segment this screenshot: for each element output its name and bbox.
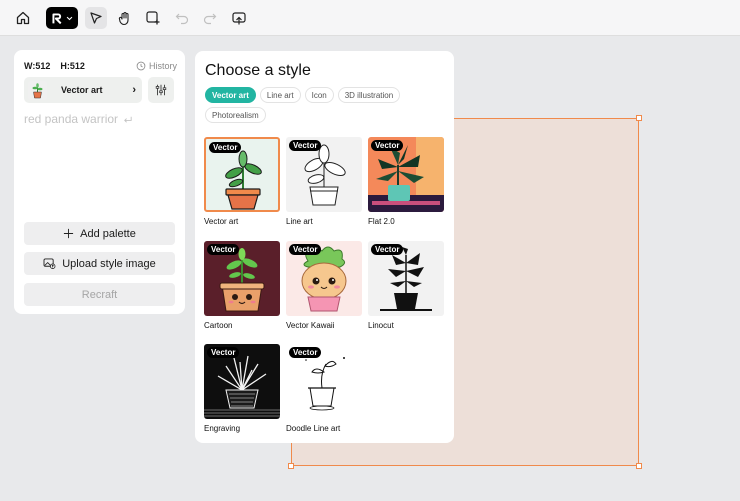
recraft-label: Recraft <box>81 288 118 301</box>
vector-badge: Vector <box>289 347 322 358</box>
dimensions-row: W:512 H:512 History <box>24 59 177 73</box>
tab-line-art[interactable]: Line art <box>259 87 301 103</box>
chevron-right-icon: › <box>132 84 136 96</box>
style-card-label: Line art <box>286 217 313 226</box>
vector-badge: Vector <box>289 244 322 255</box>
history-button[interactable]: History <box>136 61 177 71</box>
export-icon[interactable] <box>228 7 250 29</box>
style-preview-image: Vector <box>204 241 280 316</box>
tab-3d-illustration[interactable]: 3D illustration <box>337 87 401 103</box>
vector-badge: Vector <box>371 244 404 255</box>
chevron-down-icon <box>66 16 73 20</box>
recraft-button[interactable]: Recraft <box>24 283 175 306</box>
style-card-engraving[interactable]: Vector Engraving <box>204 344 280 433</box>
sliders-icon <box>155 84 167 96</box>
redo-icon[interactable] <box>199 7 221 29</box>
style-chooser-popup: Choose a style Vector art Line art Icon … <box>195 51 454 443</box>
style-card-label: Engraving <box>204 424 241 433</box>
vector-badge: Vector <box>207 244 240 255</box>
history-label: History <box>148 61 177 71</box>
height-value[interactable]: H:512 <box>60 61 85 71</box>
tab-photorealism[interactable]: Photorealism <box>205 107 266 123</box>
style-preview-image: Vector <box>286 241 362 316</box>
clock-icon <box>136 61 146 71</box>
style-preview-image: Vector <box>286 137 362 212</box>
style-card-doodle-line-art[interactable]: Vector Doodle Line art <box>286 344 362 433</box>
popup-title: Choose a style <box>205 62 311 79</box>
upload-style-label: Upload style image <box>62 257 156 270</box>
vector-badge: Vector <box>289 140 322 151</box>
style-category-tabs: Vector art Line art Icon 3D illustration… <box>205 87 445 123</box>
style-card-label: Flat 2.0 <box>368 217 395 226</box>
vector-badge: Vector <box>209 142 242 153</box>
style-card-label: Vector Kawaii <box>286 321 335 330</box>
undo-icon[interactable] <box>171 7 193 29</box>
resize-handle[interactable] <box>288 463 294 469</box>
home-icon[interactable] <box>12 7 34 29</box>
style-card-flat-2-0[interactable]: Vector Flat 2.0 <box>368 137 444 226</box>
style-preview-image: Vector <box>368 241 444 316</box>
prompt-text: red panda warrior <box>24 112 119 126</box>
style-card-label: Doodle Line art <box>286 424 341 433</box>
resize-handle[interactable] <box>636 463 642 469</box>
width-value[interactable]: W:512 <box>24 61 50 71</box>
style-thumbnail <box>28 80 47 100</box>
prompt-input[interactable]: red panda warrior <box>24 112 133 126</box>
style-card-vector-kawaii[interactable]: Vector Vector Kawaii <box>286 241 362 330</box>
style-card-line-art[interactable]: Vector Line art <box>286 137 362 226</box>
style-preview-image: Vector <box>286 344 362 419</box>
add-palette-button[interactable]: Add palette <box>24 222 175 245</box>
brand-logo-menu[interactable] <box>46 7 78 29</box>
style-name: Vector art <box>61 85 103 95</box>
frame-add-icon[interactable] <box>142 7 164 29</box>
style-preview-image: Vector <box>368 137 444 212</box>
top-toolbar <box>0 0 740 36</box>
hand-icon[interactable] <box>114 7 136 29</box>
upload-style-image-button[interactable]: Upload style image <box>24 252 175 275</box>
style-card-label: Vector art <box>204 217 239 226</box>
style-card-label: Linocut <box>368 321 394 330</box>
style-card-vector-art[interactable]: Vector Vector art <box>204 137 280 226</box>
resize-handle[interactable] <box>636 115 642 121</box>
pointer-icon[interactable] <box>85 7 107 29</box>
image-upload-icon <box>43 258 56 269</box>
tab-icon[interactable]: Icon <box>304 87 334 103</box>
style-preview-image: Vector <box>204 344 280 419</box>
settings-button[interactable] <box>148 77 174 103</box>
style-preview-image: Vector <box>204 137 280 212</box>
enter-icon <box>124 116 132 123</box>
vector-badge: Vector <box>371 140 404 151</box>
style-card-linocut[interactable]: Vector Linocut <box>368 241 444 330</box>
style-card-label: Cartoon <box>204 321 233 330</box>
vector-badge: Vector <box>207 347 240 358</box>
tab-vector-art[interactable]: Vector art <box>205 87 256 103</box>
generation-panel: W:512 H:512 History Vector art › red pan… <box>14 50 185 314</box>
style-selector[interactable]: Vector art › <box>24 77 142 103</box>
plus-icon <box>64 228 74 239</box>
add-palette-label: Add palette <box>80 227 136 240</box>
style-card-cartoon[interactable]: Vector Cartoon <box>204 241 280 330</box>
brand-logo <box>52 12 62 24</box>
